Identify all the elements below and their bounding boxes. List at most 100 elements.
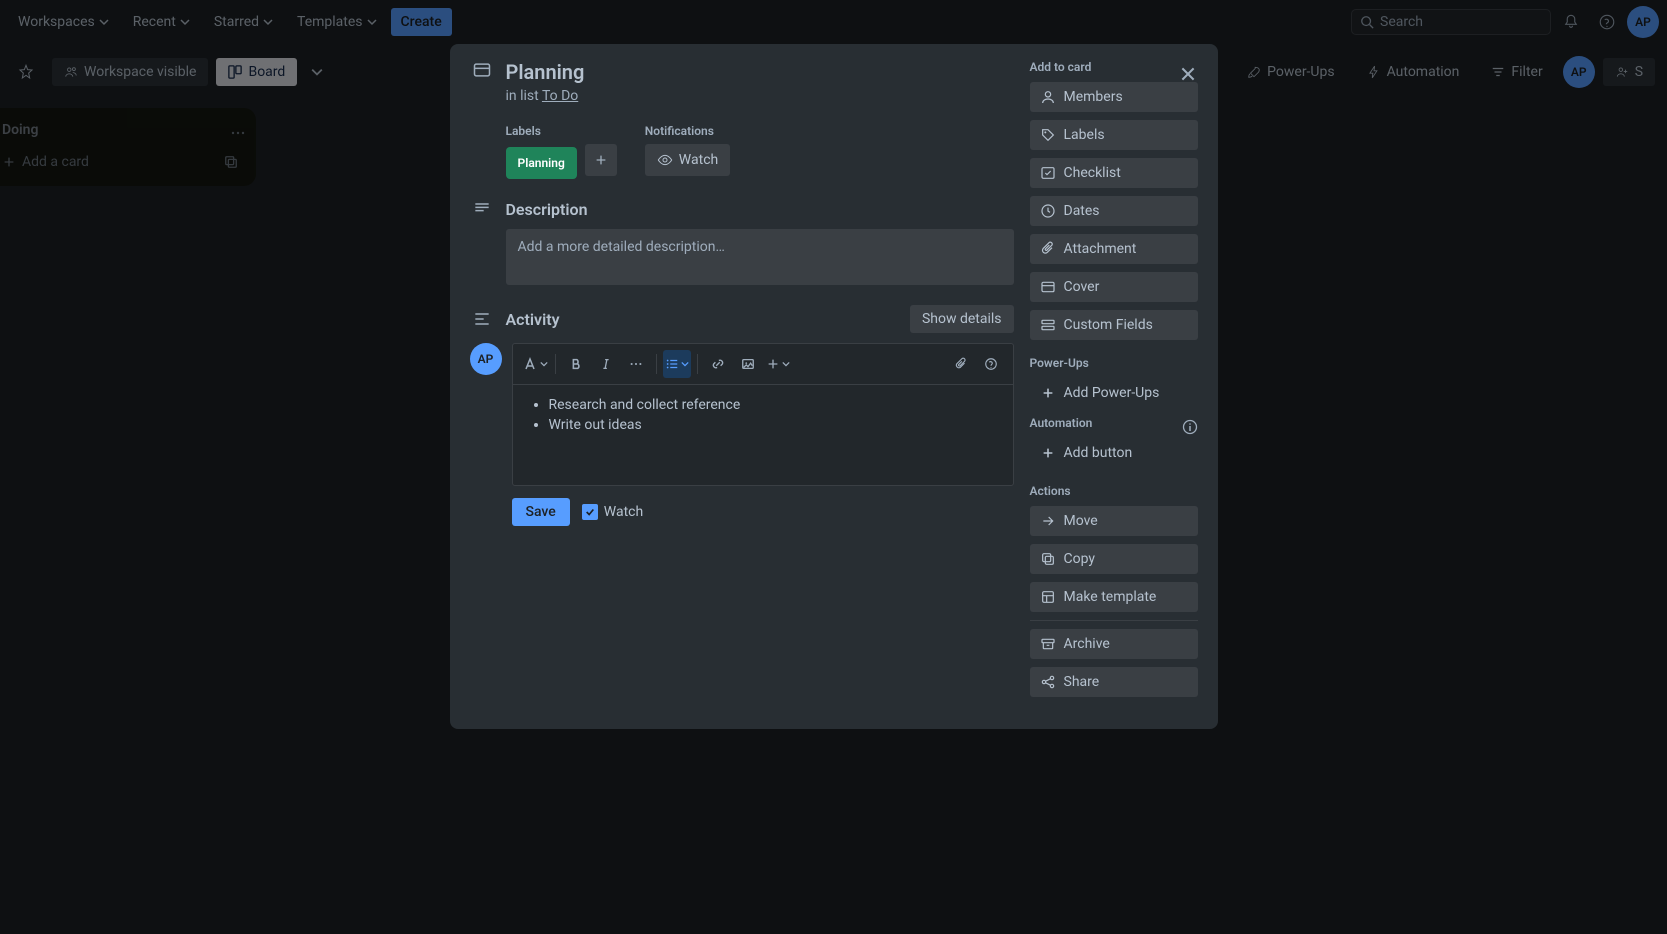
automation-heading: Automation <box>1030 416 1093 430</box>
tag-icon <box>1040 127 1056 143</box>
add-label-button[interactable] <box>585 144 617 176</box>
members-icon <box>1040 89 1056 105</box>
editor-toolbar <box>513 344 1013 385</box>
description-icon <box>470 199 494 219</box>
description-placeholder: Add a more detailed description… <box>518 239 725 255</box>
attachment-label: Attachment <box>1064 241 1137 257</box>
modal-main: Planning in list To Do Labels Planning N… <box>470 60 1014 705</box>
activity-heading: Activity <box>506 310 898 329</box>
in-list-link[interactable]: To Do <box>542 88 578 104</box>
checklist-label: Checklist <box>1064 165 1121 181</box>
chevron-down-icon <box>540 360 548 368</box>
bold-button[interactable] <box>562 350 590 378</box>
arrow-right-icon <box>1040 513 1056 529</box>
add-power-ups-label: Add Power-Ups <box>1064 385 1160 401</box>
modal-sidebar: Add to card Members Labels Checklist Dat… <box>1030 60 1198 705</box>
copy-button[interactable]: Copy <box>1030 544 1198 574</box>
checklist-icon <box>1040 165 1056 181</box>
watch-button[interactable]: Watch <box>645 144 730 176</box>
checkbox-checked-icon <box>582 504 598 520</box>
info-icon[interactable] <box>1182 419 1198 435</box>
toolbar-separator <box>555 354 556 374</box>
text-style-icon <box>522 356 538 372</box>
copy-label: Copy <box>1064 551 1096 567</box>
add-power-ups-button[interactable]: Add Power-Ups <box>1030 378 1198 408</box>
plus-icon <box>1040 445 1056 461</box>
card-subtitle: in list To Do <box>506 88 1014 104</box>
copy-icon <box>1040 551 1056 567</box>
close-button[interactable] <box>1170 56 1206 92</box>
attach-button[interactable] <box>947 350 975 378</box>
labels-heading: Labels <box>506 124 617 138</box>
members-button[interactable]: Members <box>1030 82 1198 112</box>
link-button[interactable] <box>704 350 732 378</box>
cover-button[interactable]: Cover <box>1030 272 1198 302</box>
eye-icon <box>657 152 673 168</box>
add-button-label: Add button <box>1064 445 1133 461</box>
clock-icon <box>1040 203 1056 219</box>
custom-fields-label: Custom Fields <box>1064 317 1153 333</box>
chevron-down-icon <box>681 360 689 368</box>
card-icon <box>470 60 494 80</box>
paperclip-icon <box>1040 241 1056 257</box>
sidebar-share-button[interactable]: Share <box>1030 667 1198 697</box>
description-header: Description <box>470 199 1014 219</box>
share-label: Share <box>1064 674 1100 690</box>
custom-fields-button[interactable]: Custom Fields <box>1030 310 1198 340</box>
activity-header: Activity Show details <box>470 305 1014 333</box>
list-button[interactable] <box>663 350 691 378</box>
show-details-label: Show details <box>922 311 1002 327</box>
image-button[interactable] <box>734 350 762 378</box>
comment-avatar[interactable]: AP <box>470 343 502 375</box>
checklist-button[interactable]: Checklist <box>1030 158 1198 188</box>
more-formatting-button[interactable] <box>622 350 650 378</box>
template-icon <box>1040 589 1056 605</box>
archive-button[interactable]: Archive <box>1030 629 1198 659</box>
comment-editor: Research and collect reference Write out… <box>512 343 1014 486</box>
italic-icon <box>599 357 613 371</box>
notifications-heading: Notifications <box>645 124 730 138</box>
paperclip-icon <box>954 357 968 371</box>
toolbar-separator <box>697 354 698 374</box>
text-style-button[interactable] <box>521 350 549 378</box>
label-chip-text: Planning <box>518 156 565 170</box>
move-button[interactable]: Move <box>1030 506 1198 536</box>
italic-button[interactable] <box>592 350 620 378</box>
watch-label: Watch <box>679 152 718 168</box>
make-template-button[interactable]: Make template <box>1030 582 1198 612</box>
meta-row: Labels Planning Notifications Watch <box>506 124 1014 179</box>
fields-icon <box>1040 317 1056 333</box>
show-details-button[interactable]: Show details <box>910 305 1014 333</box>
save-row: Save Watch <box>512 498 1014 526</box>
attachment-button[interactable]: Attachment <box>1030 234 1198 264</box>
card-title[interactable]: Planning <box>506 60 585 84</box>
insert-button[interactable] <box>764 350 792 378</box>
cover-label: Cover <box>1064 279 1100 295</box>
card-modal: Planning in list To Do Labels Planning N… <box>450 44 1218 729</box>
archive-label: Archive <box>1064 636 1110 652</box>
power-ups-heading: Power-Ups <box>1030 356 1198 370</box>
move-label: Move <box>1064 513 1098 529</box>
list-icon <box>665 357 679 371</box>
save-button[interactable]: Save <box>512 498 570 526</box>
editor-body[interactable]: Research and collect reference Write out… <box>513 385 1013 485</box>
members-label: Members <box>1064 89 1123 105</box>
watch-checkbox[interactable]: Watch <box>582 504 643 520</box>
link-icon <box>711 357 725 371</box>
dates-label: Dates <box>1064 203 1100 219</box>
label-chip[interactable]: Planning <box>506 147 577 179</box>
share-icon <box>1040 674 1056 690</box>
labels-label: Labels <box>1064 127 1105 143</box>
add-button-button[interactable]: Add button <box>1030 438 1198 468</box>
description-heading: Description <box>506 200 1014 219</box>
labels-button[interactable]: Labels <box>1030 120 1198 150</box>
comment-bullet: Research and collect reference <box>549 397 997 413</box>
image-icon <box>741 357 755 371</box>
plus-icon <box>766 357 780 371</box>
description-input[interactable]: Add a more detailed description… <box>506 229 1014 285</box>
editor-help-button[interactable] <box>977 350 1005 378</box>
plus-icon <box>594 153 608 167</box>
comment-editor-row: AP <box>470 343 1014 486</box>
dates-button[interactable]: Dates <box>1030 196 1198 226</box>
avatar-initials: AP <box>478 352 494 366</box>
